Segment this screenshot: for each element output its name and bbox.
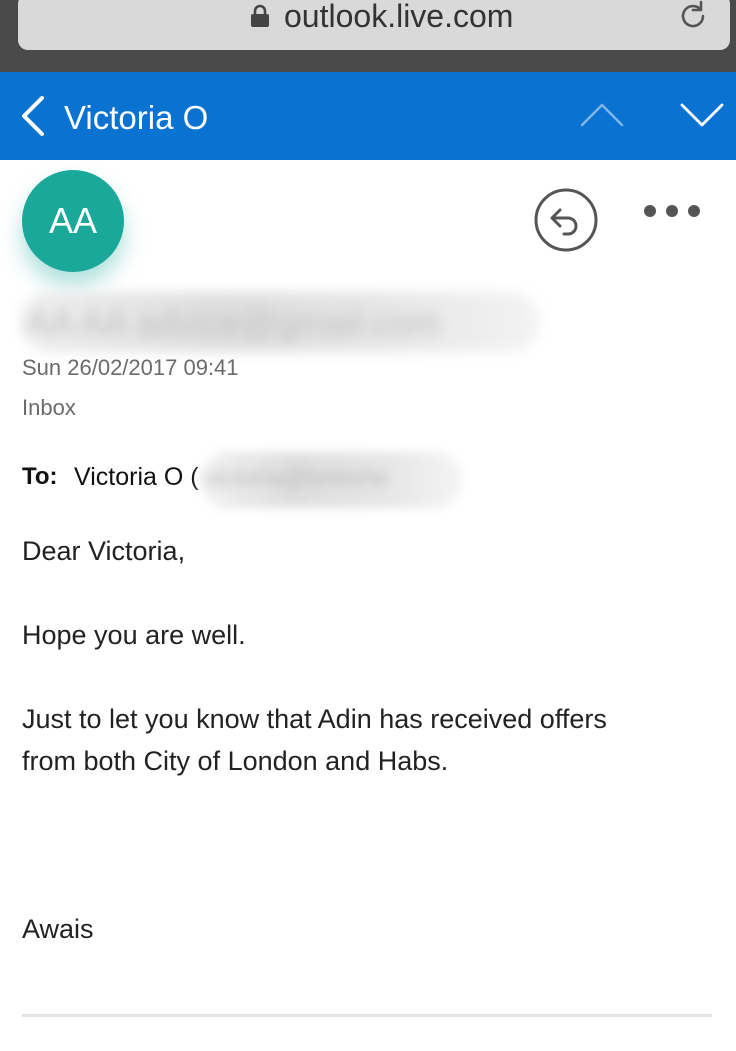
- body-signature: Awais: [22, 914, 94, 944]
- sender-address-redacted: AA AA advice@gmail.com: [20, 292, 540, 352]
- body-line-2a: Just to let you know that Adin has recei…: [22, 704, 607, 734]
- chevron-down-icon[interactable]: [680, 102, 724, 128]
- body-greeting: Dear Victoria,: [22, 536, 186, 566]
- body-line-1: Hope you are well.: [22, 620, 246, 650]
- message-date: Sun 26/02/2017 09:41: [22, 355, 239, 380]
- message-header-bar: Victoria O: [0, 72, 736, 160]
- browser-bar: outlook.live.com: [0, 0, 736, 72]
- chevron-up-icon[interactable]: [580, 102, 624, 128]
- message-folder: Inbox: [22, 395, 76, 420]
- chevron-left-icon[interactable]: [18, 94, 46, 138]
- recipient-email-redacted: victoria@britishe: [200, 452, 462, 508]
- reply-icon[interactable]: [534, 188, 598, 252]
- body-line-2b: from both City of London and Habs.: [22, 746, 449, 776]
- message-divider: [22, 1014, 712, 1017]
- url-text: outlook.live.com: [284, 0, 514, 34]
- address-bar[interactable]: outlook.live.com: [18, 0, 730, 50]
- sender-address-text: AA AA advice@gmail.com: [26, 302, 441, 343]
- more-options-icon[interactable]: [640, 198, 704, 224]
- conversation-title: Victoria O: [64, 99, 209, 136]
- avatar[interactable]: AA: [22, 170, 124, 272]
- recipient-email-text: victoria@britishe: [204, 464, 390, 492]
- reload-icon[interactable]: [678, 0, 710, 32]
- recipient-name[interactable]: Victoria O (: [74, 462, 199, 492]
- lock-icon: [251, 4, 269, 27]
- to-label: To:: [22, 463, 58, 490]
